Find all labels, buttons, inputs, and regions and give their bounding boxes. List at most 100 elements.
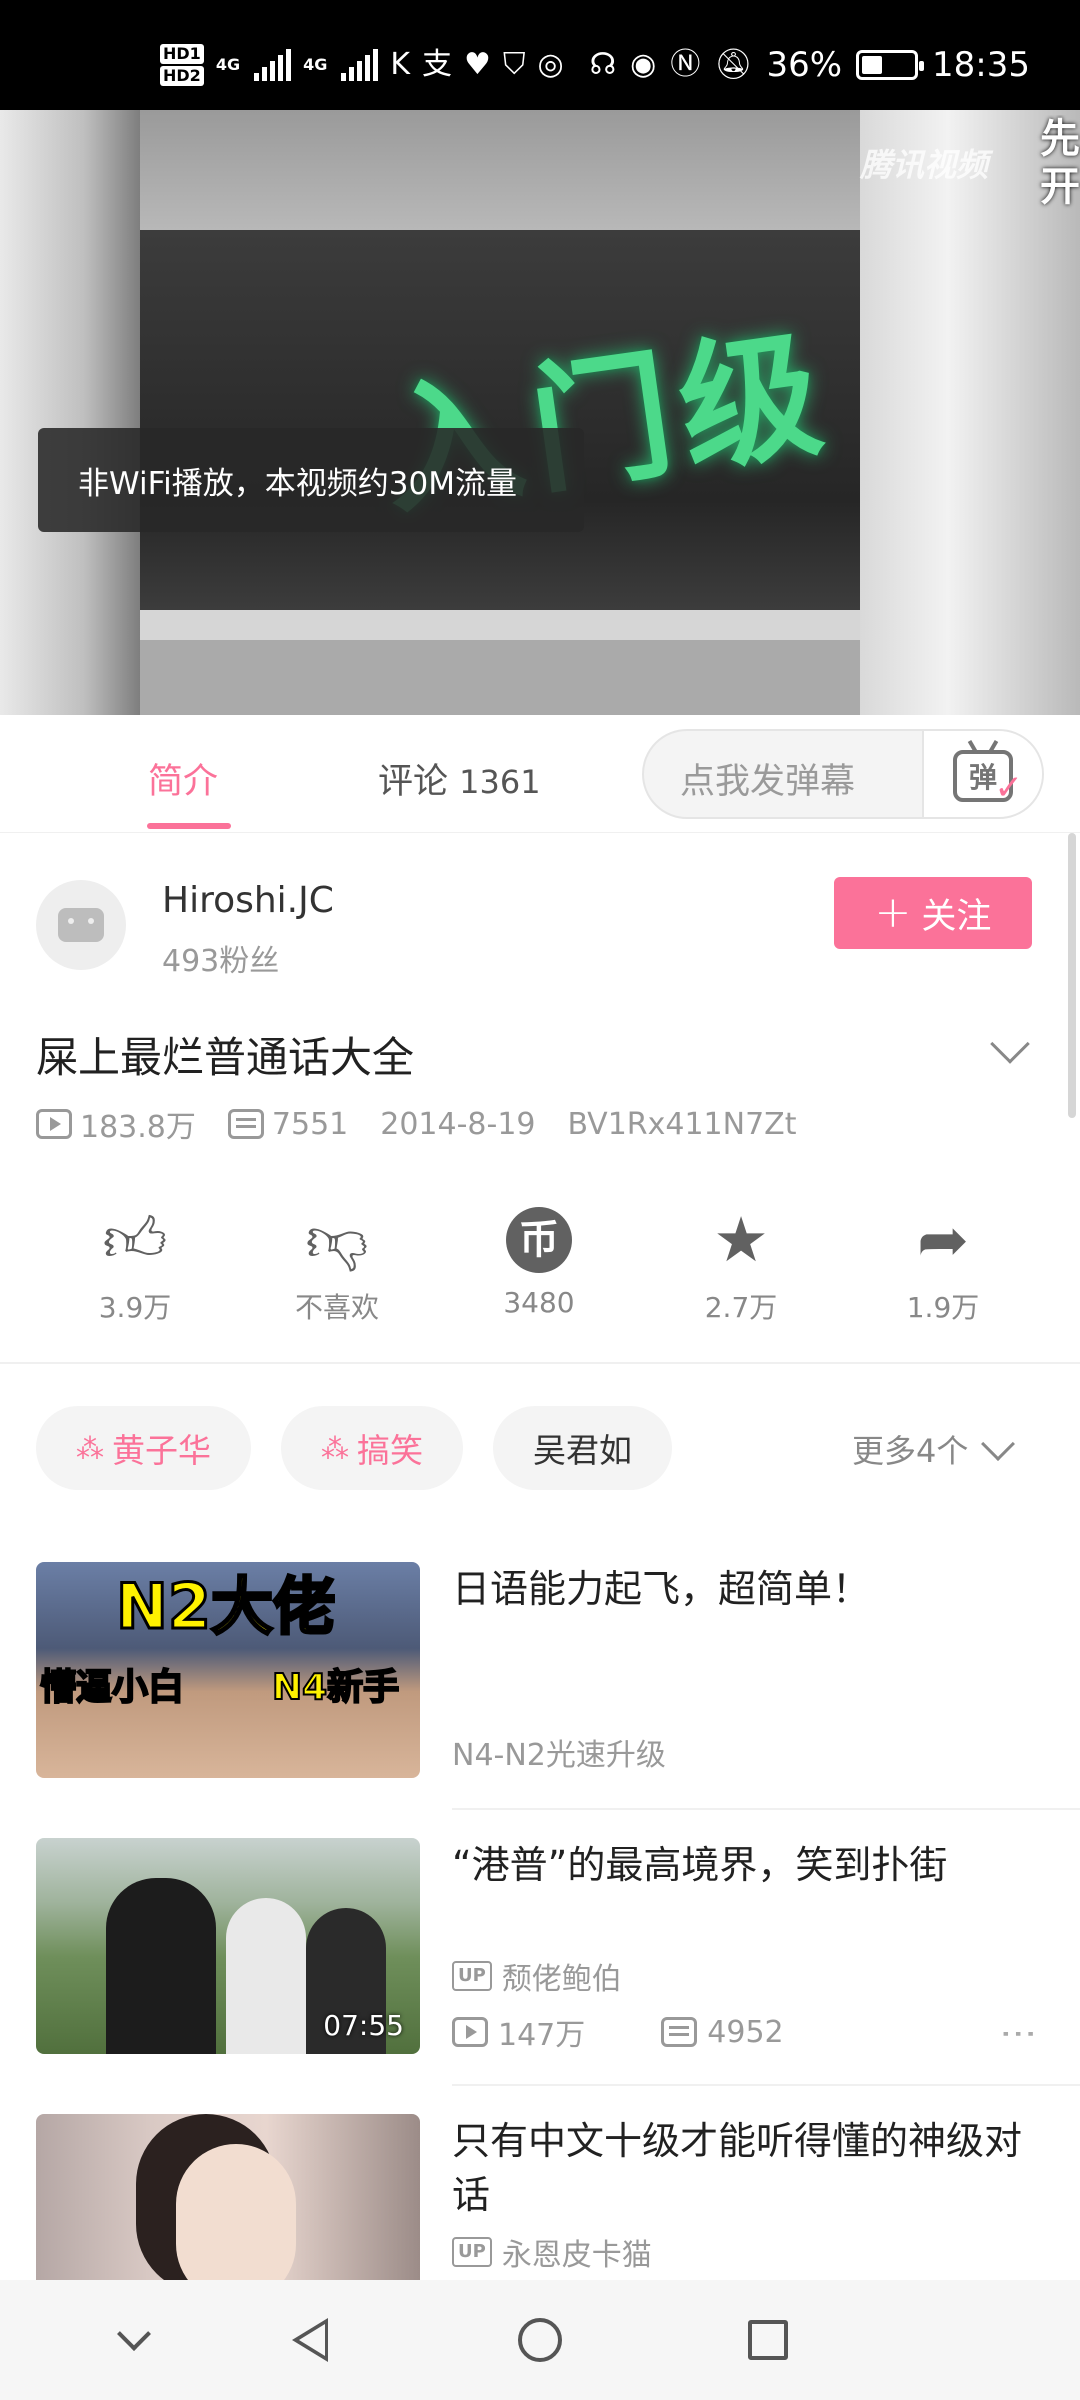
related-video-subtitle: N4-N2光速升级 <box>452 1738 666 1773</box>
video-watermark: 腾讯视频 <box>860 146 989 184</box>
data-usage-toast: 非WiFi播放，本视频约30M流量 <box>38 428 584 532</box>
tag-item[interactable]: ⁂ 黄子华 <box>36 1406 251 1490</box>
like-count: 3.9万 <box>98 1291 172 1324</box>
back-icon[interactable] <box>280 2310 340 2370</box>
video-title: 屎上最烂普通话大全 <box>36 1033 415 1082</box>
signal-icon-1 <box>254 49 292 81</box>
video-thumbnail: 07:55 <box>36 1838 420 2054</box>
plus-icon: + <box>874 887 912 938</box>
battery-icon <box>856 50 925 80</box>
divider <box>0 1362 1080 1364</box>
tab-intro[interactable]: 简介 <box>148 753 218 804</box>
danmaku-count: 7551 <box>227 1107 348 1142</box>
action-bar: 👍︎ 3.9万 👎︎ 不喜欢 币 3480 ★ 2.7万 ➦ 1.9万 <box>0 1200 1080 1330</box>
network-type-2: 4G <box>303 55 328 74</box>
share-count: 1.9万 <box>906 1291 980 1324</box>
system-nav-bar <box>0 2280 1080 2400</box>
tags-more-button[interactable]: 更多4个 <box>852 1426 1016 1472</box>
chevron-down-icon[interactable] <box>990 1024 1030 1064</box>
detail-tabs: 简介 评论 1361 点我发弹幕 弹 ✓ <box>0 715 1080 833</box>
uploader-fans: 493粉丝 <box>162 944 280 979</box>
divider <box>452 2084 1080 2086</box>
dislike-button[interactable]: 👎︎ 不喜欢 <box>236 1200 438 1330</box>
related-video-title: 只有中文十级才能听得懂的神级对话 <box>452 2119 1023 2217</box>
tag-list: ⁂ 黄子华 ⁂ 搞笑 吴君如 <box>36 1406 672 1490</box>
video-thumbnail <box>36 2114 420 2280</box>
health-heart-icon: ♥ <box>464 47 491 82</box>
uploader-name[interactable]: Hiroshi.JC <box>162 880 334 921</box>
danmaku-input[interactable]: 点我发弹幕 <box>680 753 855 804</box>
video-frame: 入门级 腾讯视频 先 开 <box>0 110 1080 715</box>
clock: 18:35 <box>932 45 1030 85</box>
thumbnail-text: N2大佬 <box>114 1569 336 1645</box>
uploader-name: 颓佬鲍伯 <box>501 1962 622 1997</box>
follow-label: 关注 <box>921 896 992 937</box>
share-button[interactable]: ➦ 1.9万 <box>842 1200 1044 1330</box>
coin-button[interactable]: 币 3480 <box>438 1200 640 1330</box>
tab-active-indicator <box>147 823 231 829</box>
check-icon: ✓ <box>994 768 1024 808</box>
tag-item[interactable]: 吴君如 <box>493 1406 672 1490</box>
hd-indicator: HD1 HD2 <box>160 43 204 87</box>
thumbs-up-icon: 👍︎ <box>102 1203 168 1276</box>
alipay-icon: 支 <box>422 47 453 82</box>
view-count: 183.8万 <box>36 1102 196 1146</box>
status-bar: HD1 HD2 4G 4G K 支 ♥ ⛉ ◎ ☊ ◉ Ⓝ 🔕︎ 36% 18:… <box>0 0 1080 110</box>
tag-label: 黄子华 <box>112 1431 211 1470</box>
like-button[interactable]: 👍︎ 3.9万 <box>34 1200 236 1330</box>
avatar[interactable] <box>36 880 126 970</box>
nfc-icon: Ⓝ <box>670 47 701 82</box>
related-video-item[interactable]: 07:55 “港普”的最高境界，笑到扑街 UP 颓佬鲍伯 147万 4952 ⋮ <box>0 1838 1080 2114</box>
related-video-item[interactable]: N2大佬 懵逼小白 N4新手 日语能力起飞，超简单！ N4-N2光速升级 <box>0 1562 1080 1838</box>
coin-count: 3480 <box>503 1286 575 1319</box>
follow-button[interactable]: + 关注 <box>834 877 1032 949</box>
play-count-icon <box>452 2017 488 2047</box>
battery-percent: 36% <box>766 45 843 85</box>
more-options-icon[interactable]: ⋮ <box>998 2016 1039 2048</box>
favorite-button[interactable]: ★ 2.7万 <box>640 1200 842 1330</box>
play-count-icon <box>36 1109 72 1139</box>
view-count-value: 147万 <box>498 2018 586 2053</box>
tags-more-label: 更多4个 <box>852 1432 969 1470</box>
danmaku-toggle-button[interactable]: 弹 ✓ <box>922 731 1042 817</box>
tab-comments-label: 评论 <box>378 762 449 802</box>
related-video-title: “港普”的最高境界，笑到扑街 <box>452 1843 948 1887</box>
scrollbar[interactable] <box>1068 833 1076 1118</box>
thumbnail-text: 懵逼小白 <box>39 1666 185 1709</box>
video-duration: 07:55 <box>323 2009 404 2042</box>
related-video-item[interactable]: 只有中文十级才能听得懂的神级对话 UP 永恩皮卡猫 <box>0 2114 1080 2280</box>
video-player[interactable]: 入门级 腾讯视频 先 开 非WiFi播放，本视频约30M流量 <box>0 110 1080 715</box>
k-icon: K <box>390 47 411 82</box>
related-video-stats: 147万 4952 <box>452 2010 860 2054</box>
danmaku-count-value: 4952 <box>707 2014 784 2050</box>
eye-icon: ◉ <box>630 47 657 82</box>
bvid: BV1Rx411N7Zt <box>567 1106 797 1142</box>
nav-hide-icon[interactable] <box>104 2310 164 2370</box>
favorite-count: 2.7万 <box>704 1291 778 1324</box>
thumbs-down-icon: 👎︎ <box>305 1203 369 1276</box>
chevron-down-icon <box>981 1427 1016 1461</box>
tag-label: 搞笑 <box>357 1431 423 1470</box>
tag-item[interactable]: ⁂ 搞笑 <box>281 1406 463 1490</box>
hot-tag-icon: ⁂ <box>76 1431 104 1465</box>
danmaku-bar: 点我发弹幕 弹 ✓ <box>642 729 1044 819</box>
hd2-label: HD2 <box>160 66 204 86</box>
shield-icon: ⛉ <box>502 47 526 82</box>
coin-icon: 币 <box>506 1207 572 1273</box>
network-type-1: 4G <box>215 55 241 74</box>
default-avatar-icon <box>58 908 104 942</box>
danmaku-icon: 弹 ✓ <box>953 750 1023 808</box>
publish-date: 2014-8-19 <box>380 1106 536 1142</box>
up-badge-icon: UP <box>452 2237 492 2267</box>
danmaku-count-icon <box>661 2017 698 2047</box>
tab-comments[interactable]: 评论 1361 <box>378 753 541 804</box>
status-bar-left: HD1 HD2 4G 4G K 支 ♥ ⛉ ◎ <box>160 40 564 90</box>
home-icon[interactable] <box>510 2310 570 2370</box>
related-video-uploader: UP 永恩皮卡猫 <box>452 2230 652 2274</box>
hot-tag-icon: ⁂ <box>321 1431 349 1465</box>
related-video-title: 日语能力起飞，超简单！ <box>452 1567 871 1611</box>
battery-fill <box>862 56 883 74</box>
video-corner-text: 先 开 <box>1040 116 1080 210</box>
recent-apps-icon[interactable] <box>738 2310 798 2370</box>
hotspot-icon: ◎ <box>537 47 564 82</box>
